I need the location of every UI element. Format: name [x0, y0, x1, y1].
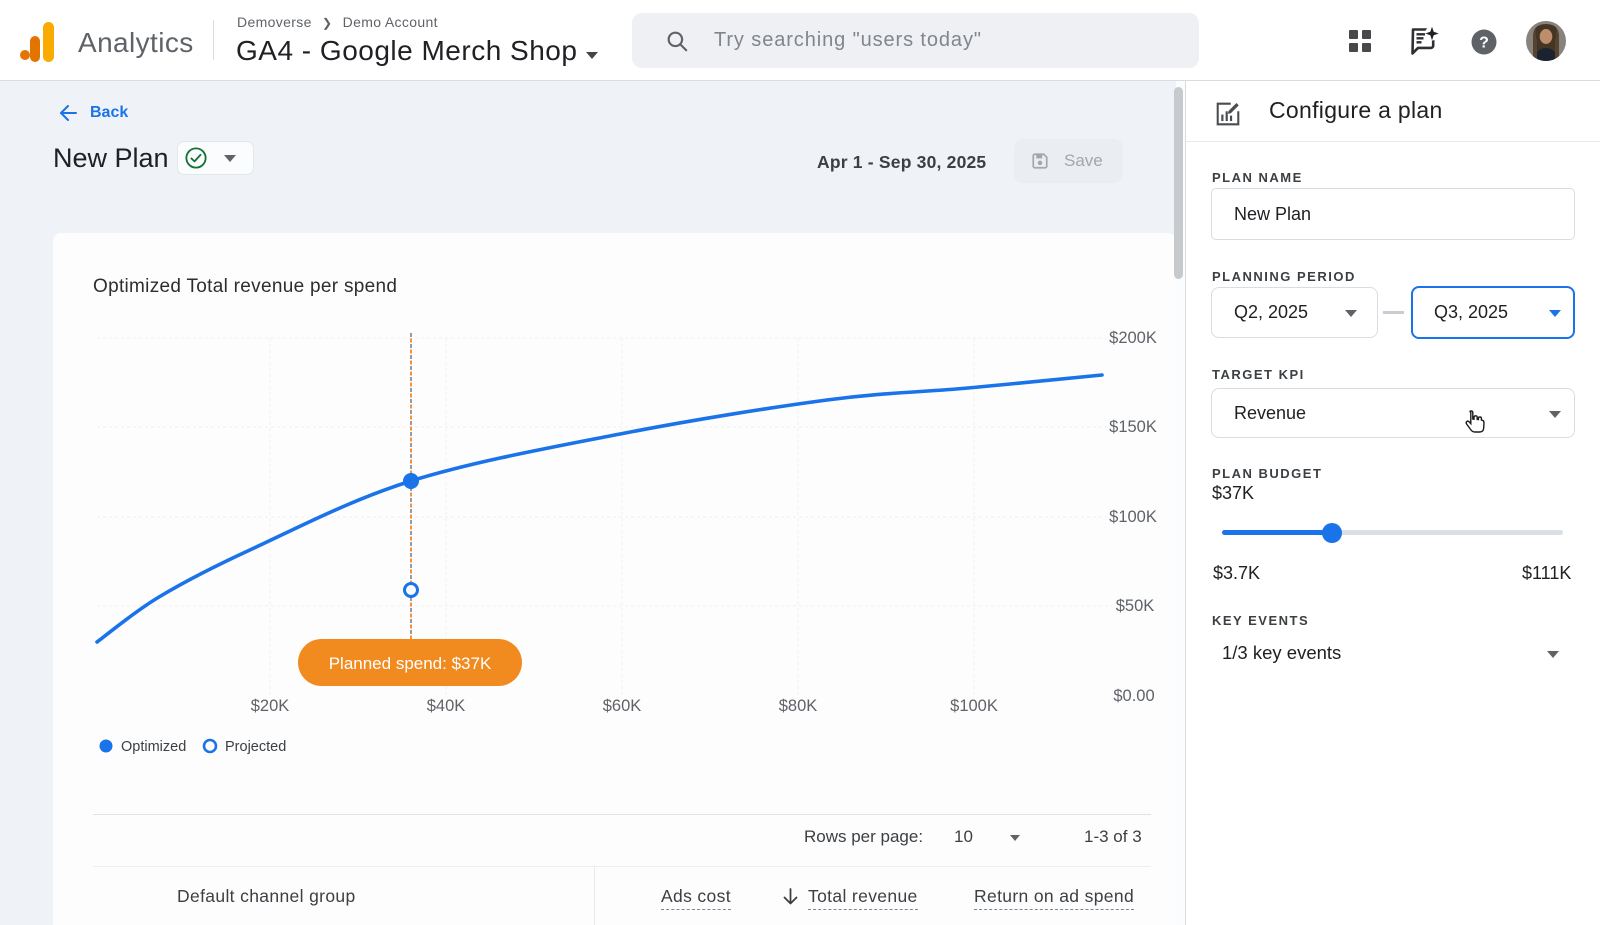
svg-text:$80K: $80K	[779, 697, 818, 715]
svg-text:$200K: $200K	[1109, 329, 1157, 347]
svg-text:$60K: $60K	[603, 697, 642, 715]
svg-text:Optimized: Optimized	[121, 739, 186, 755]
svg-text:$0.00: $0.00	[1113, 687, 1154, 705]
svg-text:$40K: $40K	[427, 697, 466, 715]
svg-text:?: ?	[1479, 35, 1489, 52]
svg-text:$100K: $100K	[950, 697, 998, 715]
svg-text:$150K: $150K	[1109, 418, 1157, 436]
svg-text:$20K: $20K	[251, 697, 290, 715]
svg-text:$100K: $100K	[1109, 508, 1157, 526]
svg-text:Projected: Projected	[225, 739, 286, 755]
svg-text:$50K: $50K	[1116, 597, 1155, 615]
svg-text:Planned spend: $37K: Planned spend: $37K	[329, 654, 492, 673]
